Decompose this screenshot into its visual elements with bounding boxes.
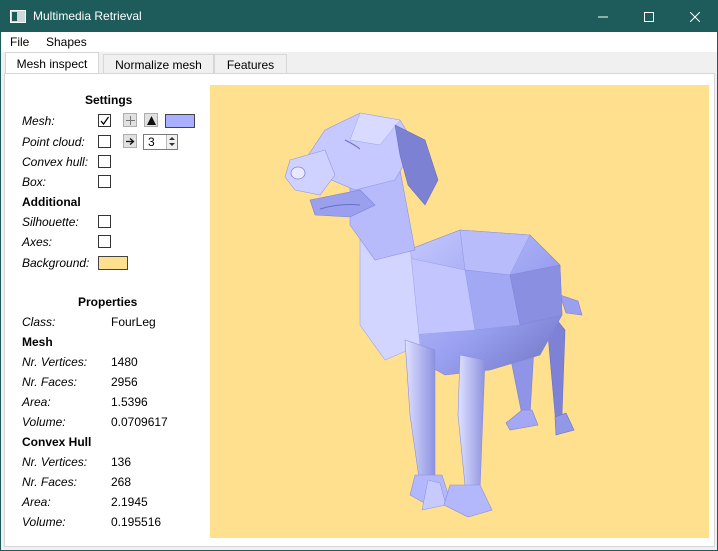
mesh-area-value: 1.5396 (111, 395, 148, 409)
background-color-swatch[interactable] (98, 256, 128, 270)
3d-viewport[interactable] (210, 85, 709, 538)
maximize-icon (644, 11, 654, 22)
hull-faces-value: 268 (111, 475, 132, 489)
mesh-solid-button[interactable] (144, 113, 158, 127)
silhouette-label: Silhouette: (22, 215, 79, 229)
arrow-right-icon (125, 137, 134, 145)
mesh-inspect-panel: Settings Mesh: Point cloud: 3 Convex hul… (4, 73, 715, 547)
point-cloud-button[interactable] (123, 134, 137, 148)
plus-grid-icon (125, 115, 135, 125)
mesh-volume-value: 0.0709617 (111, 415, 168, 429)
silhouette-checkbox[interactable] (98, 215, 111, 228)
axes-checkbox[interactable] (98, 235, 111, 248)
mesh-vertices-label: Nr. Vertices: (22, 355, 88, 369)
box-checkbox[interactable] (98, 175, 111, 188)
class-label: Class: (22, 315, 56, 329)
convex-hull-heading: Convex Hull (22, 435, 92, 449)
mesh-checkbox[interactable] (98, 114, 111, 127)
tab-features[interactable]: Features (214, 54, 287, 74)
mesh-faces-label: Nr. Faces: (22, 375, 77, 389)
point-size-value: 3 (148, 135, 155, 149)
close-icon (690, 11, 700, 22)
mesh-area-label: Area: (22, 395, 51, 409)
mesh-color-swatch[interactable] (165, 114, 195, 128)
convex-hull-label: Convex hull: (22, 155, 89, 169)
mesh-volume-label: Volume: (22, 415, 66, 429)
hull-volume-label: Volume: (22, 515, 66, 529)
spin-arrows-icon[interactable] (166, 135, 177, 149)
tab-bar: Normalize mesh Features Mesh inspect (3, 52, 715, 74)
point-size-spinbox[interactable]: 3 (143, 134, 178, 150)
box-label: Box: (22, 175, 47, 189)
minimize-button[interactable] (580, 1, 626, 32)
properties-heading: Properties (78, 295, 138, 309)
mesh-label: Mesh: (22, 114, 55, 128)
point-cloud-label: Point cloud: (22, 135, 85, 149)
triangle-icon (146, 115, 156, 125)
hull-faces-label: Nr. Faces: (22, 475, 77, 489)
menu-shapes[interactable]: Shapes (46, 35, 87, 49)
menu-bar: File Shapes (1, 32, 717, 52)
menu-file[interactable]: File (10, 35, 29, 49)
dog-mesh-render (284, 112, 583, 518)
app-icon (10, 10, 26, 23)
app-window: Multimedia Retrieval File Shapes Normali… (0, 0, 718, 551)
hull-vertices-value: 136 (111, 455, 132, 469)
mesh-faces-value: 2956 (111, 375, 138, 389)
title-bar: Multimedia Retrieval (1, 1, 717, 32)
mesh-heading: Mesh (22, 335, 53, 349)
minimize-icon (598, 16, 608, 17)
hull-area-value: 2.1945 (111, 495, 148, 509)
hull-volume-value: 0.195516 (111, 515, 162, 529)
tab-normalize-mesh[interactable]: Normalize mesh (103, 54, 214, 74)
point-cloud-checkbox[interactable] (98, 135, 111, 148)
background-label: Background: (22, 256, 90, 270)
maximize-button[interactable] (626, 1, 672, 32)
hull-area-label: Area: (22, 495, 51, 509)
convex-hull-checkbox[interactable] (98, 155, 111, 168)
class-value: FourLeg (111, 315, 156, 329)
hull-vertices-label: Nr. Vertices: (22, 455, 88, 469)
window-title: Multimedia Retrieval (33, 9, 142, 23)
checkmark-icon (100, 116, 110, 126)
close-button[interactable] (672, 1, 718, 32)
mesh-vertices-value: 1480 (111, 355, 138, 369)
axes-label: Axes: (22, 235, 53, 249)
tab-mesh-inspect[interactable]: Mesh inspect (5, 52, 99, 74)
mesh-wireframe-button[interactable] (123, 113, 137, 127)
settings-heading: Settings (85, 93, 133, 107)
additional-heading: Additional (22, 195, 81, 209)
